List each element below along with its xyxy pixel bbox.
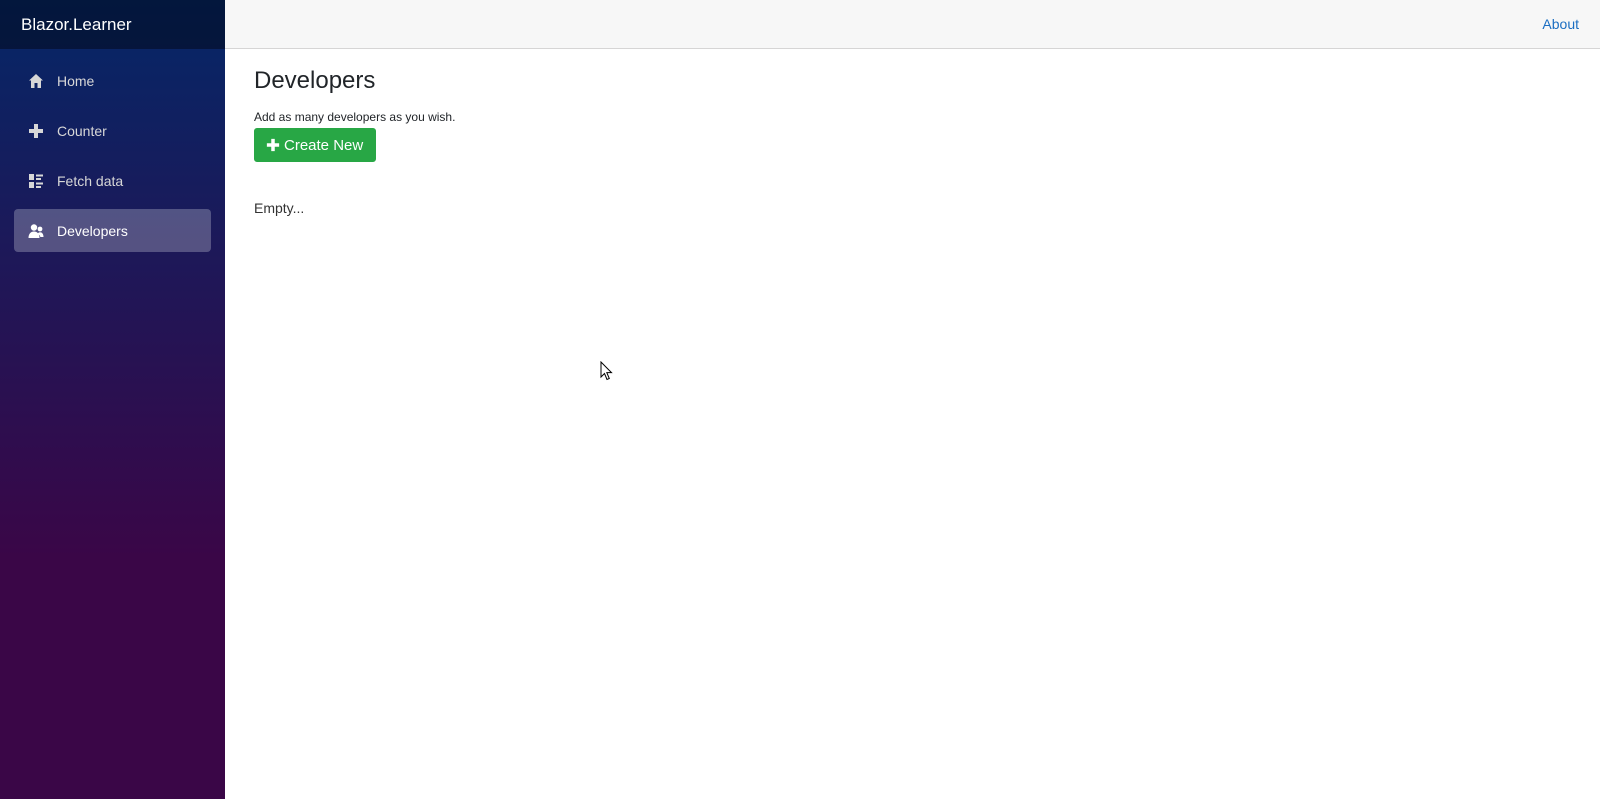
main-content: Developers Add as many developers as you…	[254, 66, 455, 216]
create-new-button[interactable]: Create New	[254, 128, 377, 162]
list-icon	[28, 173, 44, 189]
brand-link[interactable]: Blazor.Learner	[21, 15, 132, 35]
sidebar-item-counter[interactable]: Counter	[14, 109, 211, 152]
page-title: Developers	[254, 67, 376, 94]
empty-state-text: Empty...	[254, 200, 305, 216]
mouse-cursor-icon	[600, 361, 613, 381]
plus-icon	[266, 138, 280, 152]
plus-icon	[28, 123, 44, 139]
nav-menu: Home Counter Fetch data Developers	[0, 49, 225, 252]
page-subtitle: Add as many developers as you wish.	[254, 110, 456, 124]
home-icon	[28, 73, 44, 89]
sidebar-item-label: Home	[57, 72, 95, 89]
sidebar-item-home[interactable]: Home	[14, 59, 211, 102]
brand-bar: Blazor.Learner	[0, 0, 225, 49]
sidebar-item-developers[interactable]: Developers	[14, 209, 211, 252]
sidebar: Blazor.Learner Home Counter Fetch data D…	[0, 0, 225, 799]
top-bar: About	[225, 0, 1600, 49]
about-link[interactable]: About	[1542, 16, 1579, 32]
sidebar-item-label: Developers	[57, 222, 128, 239]
sidebar-item-fetch-data[interactable]: Fetch data	[14, 159, 211, 202]
sidebar-item-label: Counter	[57, 122, 107, 139]
people-icon	[28, 223, 44, 239]
create-new-label: Create New	[284, 136, 364, 154]
sidebar-item-label: Fetch data	[57, 172, 124, 189]
